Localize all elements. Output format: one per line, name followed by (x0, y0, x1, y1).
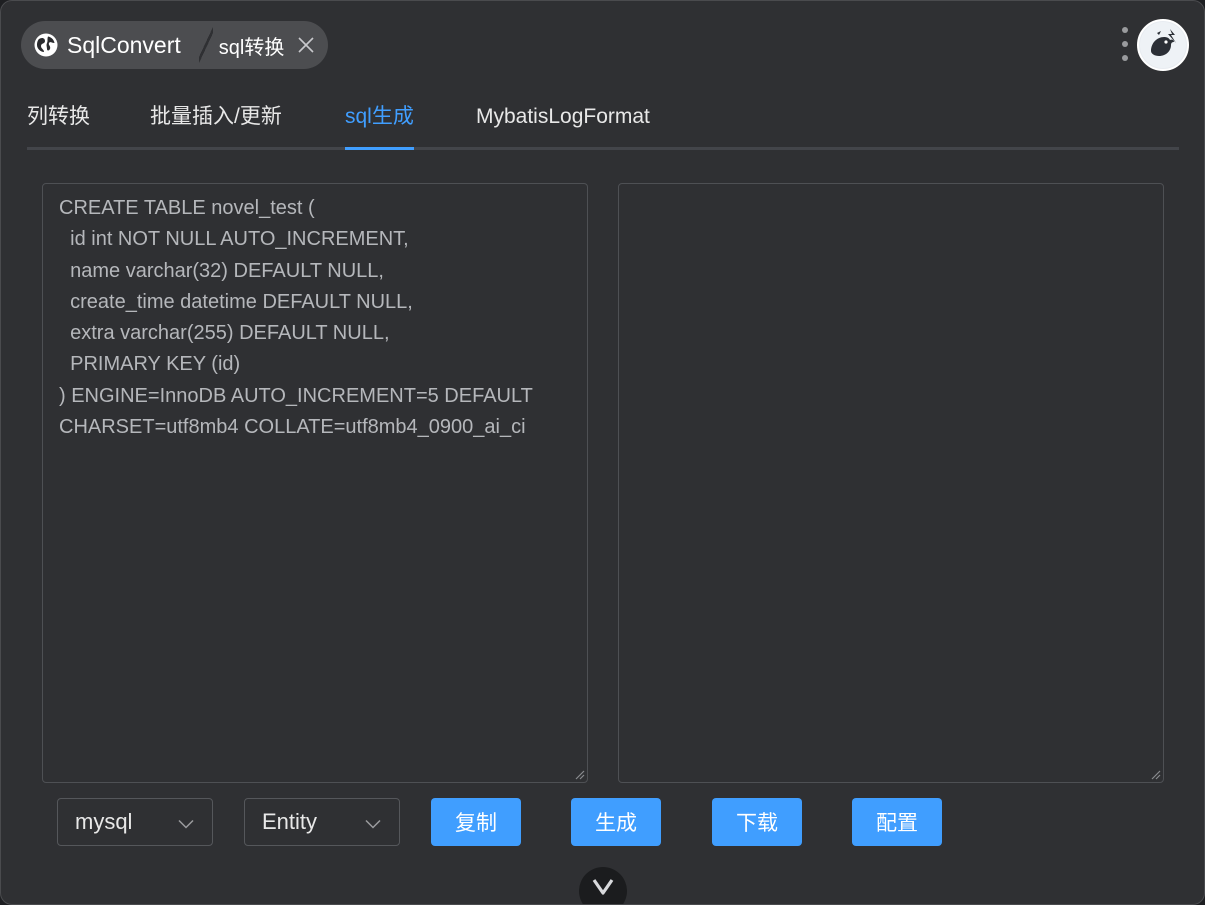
breadcrumb-tab-label: sql转换 (218, 36, 285, 59)
more-vertical-icon[interactable] (1118, 27, 1132, 61)
breadcrumb-separator (198, 21, 213, 69)
close-icon[interactable] (296, 35, 316, 55)
globe-icon (33, 32, 59, 58)
chevron-down-icon (178, 809, 194, 835)
database-select-value: mysql (75, 809, 133, 834)
output-type-select[interactable]: Entity (244, 798, 400, 846)
chevron-down-icon (591, 878, 615, 901)
breadcrumb-tab[interactable]: sql转换 (212, 21, 329, 69)
tab-batch-insert-update[interactable]: 批量插入/更新 (150, 97, 282, 147)
chevron-down-icon (365, 809, 381, 835)
app-window: SqlConvert sql转换 列转换 批量插入/更新 sql生成 Mybat… (0, 0, 1205, 905)
resize-handle-icon[interactable] (573, 768, 585, 780)
tab-bar: 列转换 批量插入/更新 sql生成 MybatisLogFormat (27, 97, 1179, 150)
generate-button[interactable]: 生成 (571, 798, 661, 846)
tab-sql-generate[interactable]: sql生成 (345, 97, 414, 150)
breadcrumb-app[interactable]: SqlConvert (21, 21, 199, 69)
app-logo-icon[interactable] (1137, 19, 1189, 71)
breadcrumb: SqlConvert sql转换 (21, 21, 329, 69)
tab-mybatis-log-format[interactable]: MybatisLogFormat (476, 97, 650, 147)
app-name: SqlConvert (67, 31, 181, 58)
tab-column-convert[interactable]: 列转换 (27, 97, 90, 147)
sql-input-textarea[interactable]: CREATE TABLE novel_test ( id int NOT NUL… (42, 183, 588, 783)
config-button[interactable]: 配置 (852, 798, 942, 846)
output-text[interactable] (619, 184, 1163, 202)
resize-handle-icon[interactable] (1149, 768, 1161, 780)
database-select[interactable]: mysql (57, 798, 213, 846)
download-button[interactable]: 下载 (712, 798, 802, 846)
copy-button[interactable]: 复制 (431, 798, 521, 846)
output-textarea[interactable] (618, 183, 1164, 783)
output-type-select-value: Entity (262, 809, 318, 834)
sql-input-text[interactable]: CREATE TABLE novel_test ( id int NOT NUL… (43, 184, 587, 452)
collapse-button[interactable] (579, 867, 627, 904)
